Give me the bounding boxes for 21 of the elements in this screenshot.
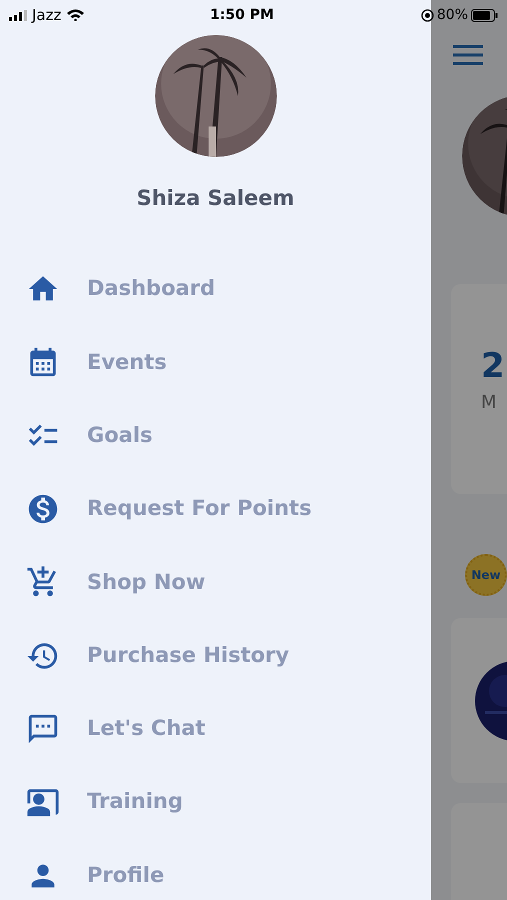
menu-item[interactable]: Purchase History [0,618,431,692]
battery-icon [471,8,498,22]
menu-item[interactable]: Training [0,766,431,839]
clock-time: 1:50 PM [210,6,274,24]
menu-item[interactable]: Shop Now [0,546,431,619]
stat-label: M [481,391,498,415]
menu-item[interactable]: Events [0,326,431,400]
carrier-name: Jazz [32,4,62,26]
new-badge: New [465,554,507,596]
menu-item[interactable]: Profile [0,838,431,900]
menu-icon[interactable] [453,45,483,65]
orientation-lock-icon [420,8,434,22]
menu-item[interactable]: Request For Points [0,472,431,546]
stat-value: 2 [481,349,506,383]
battery-percent: 80% [436,6,468,24]
menu-item[interactable]: Goals [0,399,431,472]
user-name: Shiza Saleem [136,185,294,212]
wifi-icon [67,9,84,21]
menu-item[interactable]: Dashboard [0,252,431,326]
signal-icon [9,10,27,20]
menu-item[interactable]: Let's Chat [0,692,431,766]
